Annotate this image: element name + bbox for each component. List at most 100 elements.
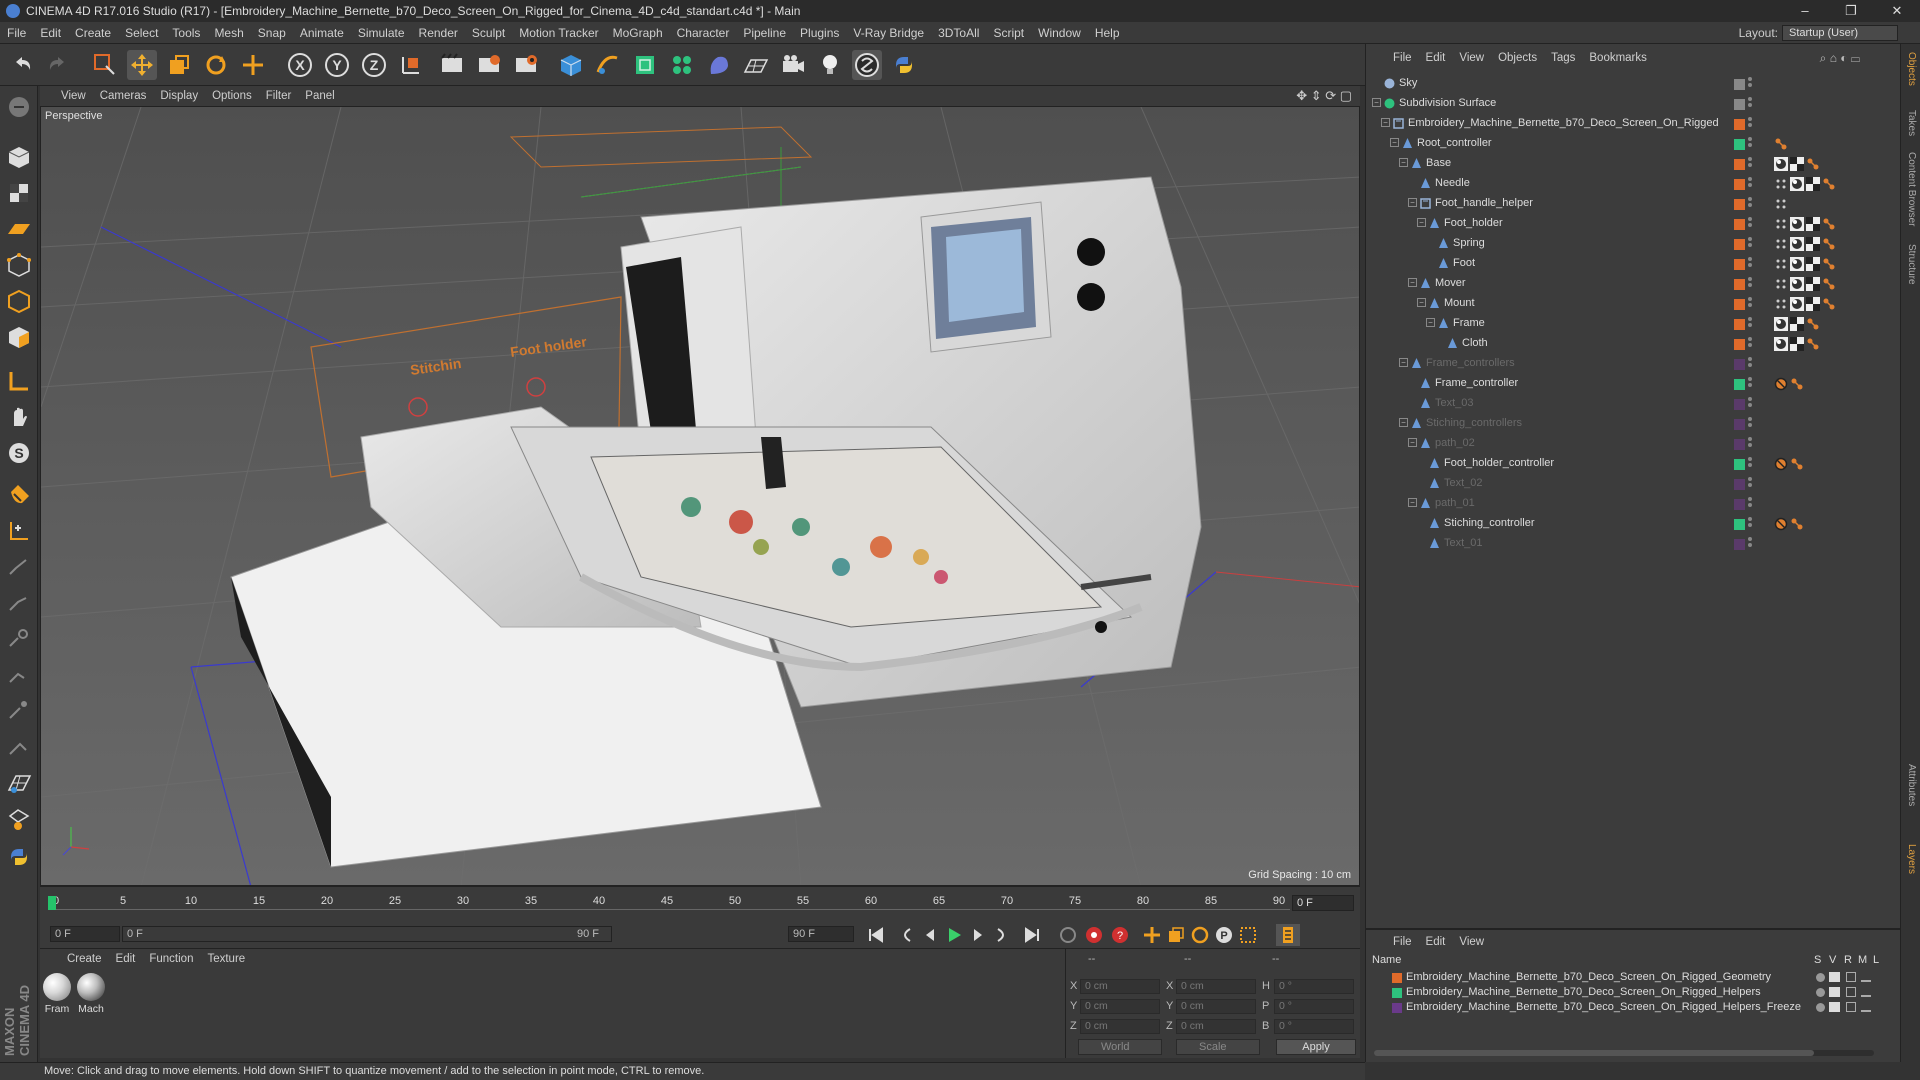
polygons-mode-icon[interactable]: [4, 322, 34, 352]
object-visibility-toggle[interactable]: [1748, 397, 1752, 411]
object-row[interactable]: Sky: [1366, 74, 1900, 94]
minimize-button[interactable]: –: [1782, 0, 1828, 22]
object-menu-objects[interactable]: Objects: [1491, 52, 1544, 64]
layer-visible-toggle[interactable]: [1829, 987, 1840, 997]
tree-expand-toggle[interactable]: −: [1426, 318, 1435, 327]
rotate-tool-icon[interactable]: [201, 50, 231, 80]
object-row[interactable]: − Root_controller: [1366, 134, 1900, 154]
object-tags[interactable]: [1774, 377, 1804, 391]
object-menu-edit[interactable]: Edit: [1419, 52, 1453, 64]
object-visibility-toggle[interactable]: [1748, 517, 1752, 531]
object-row[interactable]: Spring: [1366, 234, 1900, 254]
object-layer-swatch[interactable]: [1734, 259, 1745, 270]
material-menu-function[interactable]: Function: [142, 953, 200, 965]
transform-tool-icon[interactable]: [238, 50, 268, 80]
menu-script[interactable]: Script: [986, 26, 1031, 40]
object-row[interactable]: − Base: [1366, 154, 1900, 174]
cube-primitive-icon[interactable]: [556, 50, 586, 80]
layer-menu-view[interactable]: View: [1452, 936, 1491, 948]
menu-file[interactable]: File: [0, 26, 33, 40]
layer-render-toggle[interactable]: [1846, 1002, 1856, 1012]
object-visibility-toggle[interactable]: [1748, 477, 1752, 491]
xpresso-icon[interactable]: [4, 804, 34, 834]
timeline-window-icon[interactable]: [1276, 924, 1300, 946]
tab-layers[interactable]: Layers: [1906, 844, 1917, 874]
object-layer-swatch[interactable]: [1734, 279, 1745, 290]
object-visibility-toggle[interactable]: [1748, 417, 1752, 431]
coordinate-system-icon[interactable]: [396, 50, 426, 80]
rotation-h-field[interactable]: 0 °: [1274, 979, 1354, 994]
layer-row[interactable]: Embroidery_Machine_Bernette_b70_Deco_Scr…: [1366, 985, 1881, 1000]
menu-character[interactable]: Character: [670, 26, 737, 40]
apply-button[interactable]: Apply: [1276, 1039, 1356, 1055]
object-tags[interactable]: [1774, 197, 1788, 211]
timeline-ruler[interactable]: 0 5 10 15 20 25 30 35 40 45 50 55 60 65 …: [50, 895, 1290, 919]
size-mode-select[interactable]: Scale: [1176, 1039, 1260, 1055]
live-selection-icon[interactable]: [90, 50, 120, 80]
menu-simulate[interactable]: Simulate: [351, 26, 412, 40]
timeline[interactable]: 0 5 10 15 20 25 30 35 40 45 50 55 60 65 …: [40, 886, 1360, 920]
material-swatch[interactable]: Fram: [42, 973, 72, 1015]
timeline-playhead[interactable]: [48, 896, 56, 910]
camera-icon[interactable]: [778, 50, 808, 80]
object-layer-swatch[interactable]: [1734, 299, 1745, 310]
locked-workplane-icon[interactable]: [4, 516, 34, 546]
tree-expand-toggle[interactable]: −: [1399, 418, 1408, 427]
make-editable-icon[interactable]: [4, 92, 34, 122]
tab-content-browser[interactable]: Content Browser: [1906, 152, 1917, 226]
subdivision-generator-icon[interactable]: [630, 50, 660, 80]
object-row[interactable]: − Mount: [1366, 294, 1900, 314]
object-search-icon[interactable]: ⌕ ⌂ ◐ ▭: [1820, 51, 1860, 66]
previous-frame-icon[interactable]: [918, 924, 942, 946]
current-frame-field[interactable]: 0 F: [1292, 895, 1354, 911]
undo-icon[interactable]: [8, 50, 38, 80]
material-menu-edit[interactable]: Edit: [109, 953, 143, 965]
object-layer-swatch[interactable]: [1734, 359, 1745, 370]
layer-visible-toggle[interactable]: [1829, 1002, 1840, 1012]
layer-solo-toggle[interactable]: [1816, 988, 1825, 997]
layer-manager-toggle[interactable]: [1861, 987, 1871, 997]
layer-render-toggle[interactable]: [1846, 972, 1856, 982]
object-visibility-toggle[interactable]: [1748, 497, 1752, 511]
layer-menu-file[interactable]: File: [1386, 936, 1419, 948]
object-layer-swatch[interactable]: [1734, 159, 1745, 170]
layer-manager-toggle[interactable]: [1861, 972, 1871, 982]
object-row[interactable]: − Foot_handle_helper: [1366, 194, 1900, 214]
redo-icon[interactable]: [42, 50, 72, 80]
object-visibility-toggle[interactable]: [1748, 177, 1752, 191]
object-tags[interactable]: [1774, 457, 1804, 471]
object-visibility-toggle[interactable]: [1748, 537, 1752, 551]
object-tags[interactable]: [1774, 217, 1836, 231]
object-layer-swatch[interactable]: [1734, 139, 1745, 150]
start-frame-field[interactable]: 0 F: [50, 926, 120, 942]
object-row[interactable]: − Frame_controllers: [1366, 354, 1900, 374]
menu-mesh[interactable]: Mesh: [207, 26, 250, 40]
object-tags[interactable]: [1774, 257, 1836, 271]
tree-expand-toggle[interactable]: −: [1390, 138, 1399, 147]
layer-manager-toggle[interactable]: [1861, 1002, 1871, 1012]
rotation-p-field[interactable]: 0 °: [1274, 999, 1354, 1014]
object-visibility-toggle[interactable]: [1748, 197, 1752, 211]
key-rotation-icon[interactable]: [1188, 924, 1212, 946]
tree-expand-toggle[interactable]: −: [1417, 218, 1426, 227]
deformer-icon[interactable]: [704, 50, 734, 80]
maximize-button[interactable]: ❐: [1828, 0, 1874, 22]
axis-mode-icon[interactable]: [4, 366, 34, 396]
object-visibility-toggle[interactable]: [1748, 377, 1752, 391]
object-row[interactable]: − Foot_holder: [1366, 214, 1900, 234]
object-row[interactable]: − Embroidery_Machine_Bernette_b70_Deco_Sc…: [1366, 114, 1900, 134]
floor-environment-icon[interactable]: [741, 50, 771, 80]
menu-select[interactable]: Select: [118, 26, 165, 40]
object-row[interactable]: − Mover: [1366, 274, 1900, 294]
menu-vray-bridge[interactable]: V-Ray Bridge: [846, 26, 931, 40]
go-to-end-icon[interactable]: [1020, 924, 1044, 946]
bind-tool-icon[interactable]: [4, 660, 34, 690]
object-layer-swatch[interactable]: [1734, 499, 1745, 510]
object-row[interactable]: Foot: [1366, 254, 1900, 274]
key-pla-icon[interactable]: [1236, 924, 1260, 946]
object-tags[interactable]: [1774, 277, 1836, 291]
object-tags[interactable]: [1774, 157, 1820, 171]
object-visibility-toggle[interactable]: [1748, 117, 1752, 131]
object-tags[interactable]: [1774, 137, 1788, 151]
object-layer-swatch[interactable]: [1734, 179, 1745, 190]
